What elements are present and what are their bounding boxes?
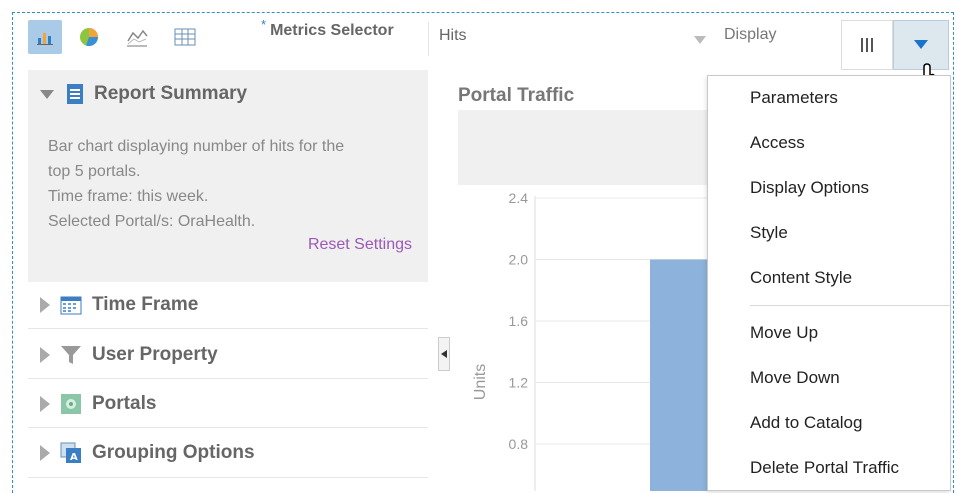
display-label: Display	[724, 26, 777, 43]
portal-icon	[61, 394, 81, 414]
divider	[28, 378, 428, 379]
menu-item-delete-portal-traffic[interactable]: Delete Portal Traffic	[750, 458, 899, 478]
y-tick-label: 2.0	[509, 252, 529, 268]
divider	[28, 477, 428, 478]
section-label: Time Frame	[92, 294, 199, 315]
expand-triangle-icon	[40, 297, 50, 313]
divider	[28, 328, 428, 329]
required-mark: *	[261, 17, 267, 32]
y-tick-label: 1.6	[509, 313, 529, 329]
expand-triangle-icon	[40, 445, 50, 461]
calendar-icon	[60, 296, 82, 315]
collapse-triangle-icon	[40, 89, 54, 99]
panel-splitter[interactable]	[438, 337, 450, 371]
settings-panel: Report Summary Bar chart displaying numb…	[28, 70, 428, 491]
menu-item-move-up[interactable]: Move Up	[750, 323, 818, 343]
bar-chart: Units 2.4 2.0 1.6 1.2 0.8	[472, 190, 708, 492]
expand-triangle-icon	[40, 347, 50, 363]
section-label: Grouping Options	[92, 442, 255, 463]
y-tick-label: 1.2	[509, 375, 529, 391]
menu-separator	[750, 305, 950, 306]
section-portals[interactable]: Portals	[28, 383, 428, 425]
report-summary-header[interactable]: Report Summary	[28, 73, 247, 115]
metrics-selector-label: * Metrics Selector	[261, 17, 394, 40]
panel-toggle-button[interactable]	[841, 20, 893, 70]
svg-text:A: A	[70, 452, 78, 463]
actions-menu: Parameters Access Display Options Style …	[707, 75, 951, 491]
collapse-left-icon	[441, 350, 447, 358]
chart-header-band	[458, 110, 708, 185]
chevron-down-icon	[914, 40, 928, 49]
section-user-property[interactable]: User Property	[28, 334, 428, 376]
summary-line: Selected Portal/s: OraHealth.	[48, 213, 256, 230]
summary-line: top 5 portals.	[48, 163, 141, 180]
menu-item-parameters[interactable]: Parameters	[750, 88, 838, 108]
menu-item-style[interactable]: Style	[750, 223, 788, 243]
report-summary-section: Report Summary Bar chart displaying numb…	[28, 70, 428, 282]
grouping-icon: A	[60, 442, 81, 463]
section-time-frame[interactable]: Time Frame	[28, 284, 428, 326]
y-tick-label: 2.4	[509, 190, 529, 206]
section-grouping-options[interactable]: A Grouping Options	[28, 432, 428, 474]
summary-text: Bar chart displaying number of hits for …	[48, 134, 408, 234]
report-summary-title: Report Summary	[94, 83, 248, 104]
line-chart-icon[interactable]	[120, 20, 154, 54]
chart-title: Portal Traffic	[458, 85, 575, 106]
document-icon	[67, 84, 83, 104]
menu-item-display-options[interactable]: Display Options	[750, 178, 869, 198]
expand-triangle-icon	[40, 396, 50, 412]
divider	[28, 427, 428, 428]
menu-item-move-down[interactable]: Move Down	[750, 368, 840, 388]
reset-settings-link[interactable]: Reset Settings	[308, 236, 412, 254]
menu-item-add-to-catalog[interactable]: Add to Catalog	[750, 413, 862, 433]
menu-item-content-style[interactable]: Content Style	[750, 268, 852, 288]
metrics-select[interactable]: Hits	[428, 22, 719, 56]
summary-line: Bar chart displaying number of hits for …	[48, 138, 345, 155]
menu-item-access[interactable]: Access	[750, 133, 805, 153]
toolbar: * Metrics Selector Hits Display	[28, 17, 950, 70]
y-axis-label: Units	[472, 364, 489, 400]
summary-line: Time frame: this week.	[48, 188, 209, 205]
y-tick-label: 0.8	[509, 436, 529, 452]
select-dropdown-icon[interactable]	[685, 24, 715, 56]
chart-bar[interactable]	[650, 259, 708, 492]
vertical-bars-icon	[861, 38, 873, 52]
section-label: Portals	[92, 393, 157, 414]
metrics-select-value: Hits	[439, 27, 467, 44]
metrics-selector-text: Metrics Selector	[270, 22, 394, 39]
bar-chart-icon[interactable]	[28, 20, 62, 54]
pie-chart-icon[interactable]	[72, 20, 106, 54]
table-icon[interactable]	[168, 20, 202, 54]
section-label: User Property	[92, 344, 218, 365]
filter-icon	[61, 346, 81, 364]
